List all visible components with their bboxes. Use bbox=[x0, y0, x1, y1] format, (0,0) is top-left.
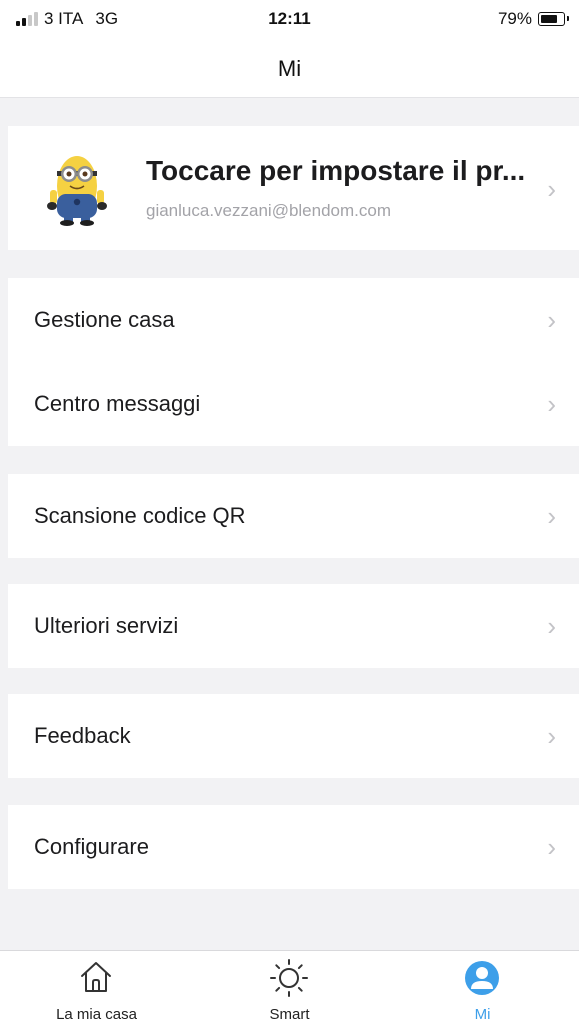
tab-label: Mi bbox=[474, 1006, 491, 1023]
chevron-right-icon: › bbox=[547, 721, 556, 751]
sun-icon bbox=[270, 959, 308, 997]
menu-item-ulteriori-servizi[interactable]: Ulteriori servizi › bbox=[8, 584, 579, 668]
menu-item-label: Scansione codice QR bbox=[34, 503, 246, 528]
chevron-right-icon: › bbox=[547, 611, 556, 641]
status-bar-right: 79% bbox=[497, 9, 569, 29]
tab-label: Smart bbox=[269, 1006, 310, 1023]
menu-item-feedback[interactable]: Feedback › bbox=[8, 694, 579, 778]
profile-card[interactable]: Toccare per impostare il pr... gianluca.… bbox=[8, 126, 579, 250]
battery-level-fill bbox=[540, 14, 558, 23]
menu-item-scansione-qr[interactable]: Scansione codice QR › bbox=[8, 474, 579, 558]
chevron-right-icon: › bbox=[547, 174, 556, 204]
nav-bar: Mi bbox=[0, 40, 579, 98]
chevron-right-icon: › bbox=[547, 832, 556, 862]
minion-avatar-icon bbox=[47, 156, 107, 226]
profile-icon bbox=[465, 961, 499, 995]
profile-email: gianluca.vezzani@blendom.com bbox=[146, 201, 391, 220]
tab-label: La mia casa bbox=[56, 1006, 137, 1023]
page-title: Mi bbox=[277, 56, 302, 81]
tab-bar: La mia casa Smart Mi bbox=[0, 950, 579, 1023]
status-time: 12:11 bbox=[268, 9, 311, 28]
menu-item-label: Centro messaggi bbox=[34, 391, 201, 416]
tab-mi[interactable]: Mi bbox=[386, 951, 579, 1023]
menu-item-label: Feedback bbox=[34, 723, 131, 748]
chevron-right-icon: › bbox=[547, 389, 556, 419]
chevron-right-icon: › bbox=[547, 501, 556, 531]
battery-icon bbox=[538, 12, 569, 26]
tab-la-mia-casa[interactable]: La mia casa bbox=[0, 951, 193, 1023]
menu-item-label: Ulteriori servizi bbox=[34, 613, 179, 638]
home-icon bbox=[81, 962, 111, 992]
menu-item-configurare[interactable]: Configurare › bbox=[8, 805, 579, 889]
menu-item-label: Gestione casa bbox=[34, 307, 175, 332]
menu-item-centro-messaggi[interactable]: Centro messaggi › bbox=[8, 362, 579, 446]
status-bar: 3 ITA 3G 12:11 79% bbox=[0, 0, 579, 40]
tab-smart[interactable]: Smart bbox=[193, 951, 386, 1023]
menu-item-gestione-casa[interactable]: Gestione casa › bbox=[8, 278, 579, 362]
menu-item-label: Configurare bbox=[34, 834, 149, 859]
battery-percent: 79% bbox=[497, 9, 532, 28]
chevron-right-icon: › bbox=[547, 305, 556, 335]
profile-name: Toccare per impostare il pr... bbox=[146, 155, 526, 186]
